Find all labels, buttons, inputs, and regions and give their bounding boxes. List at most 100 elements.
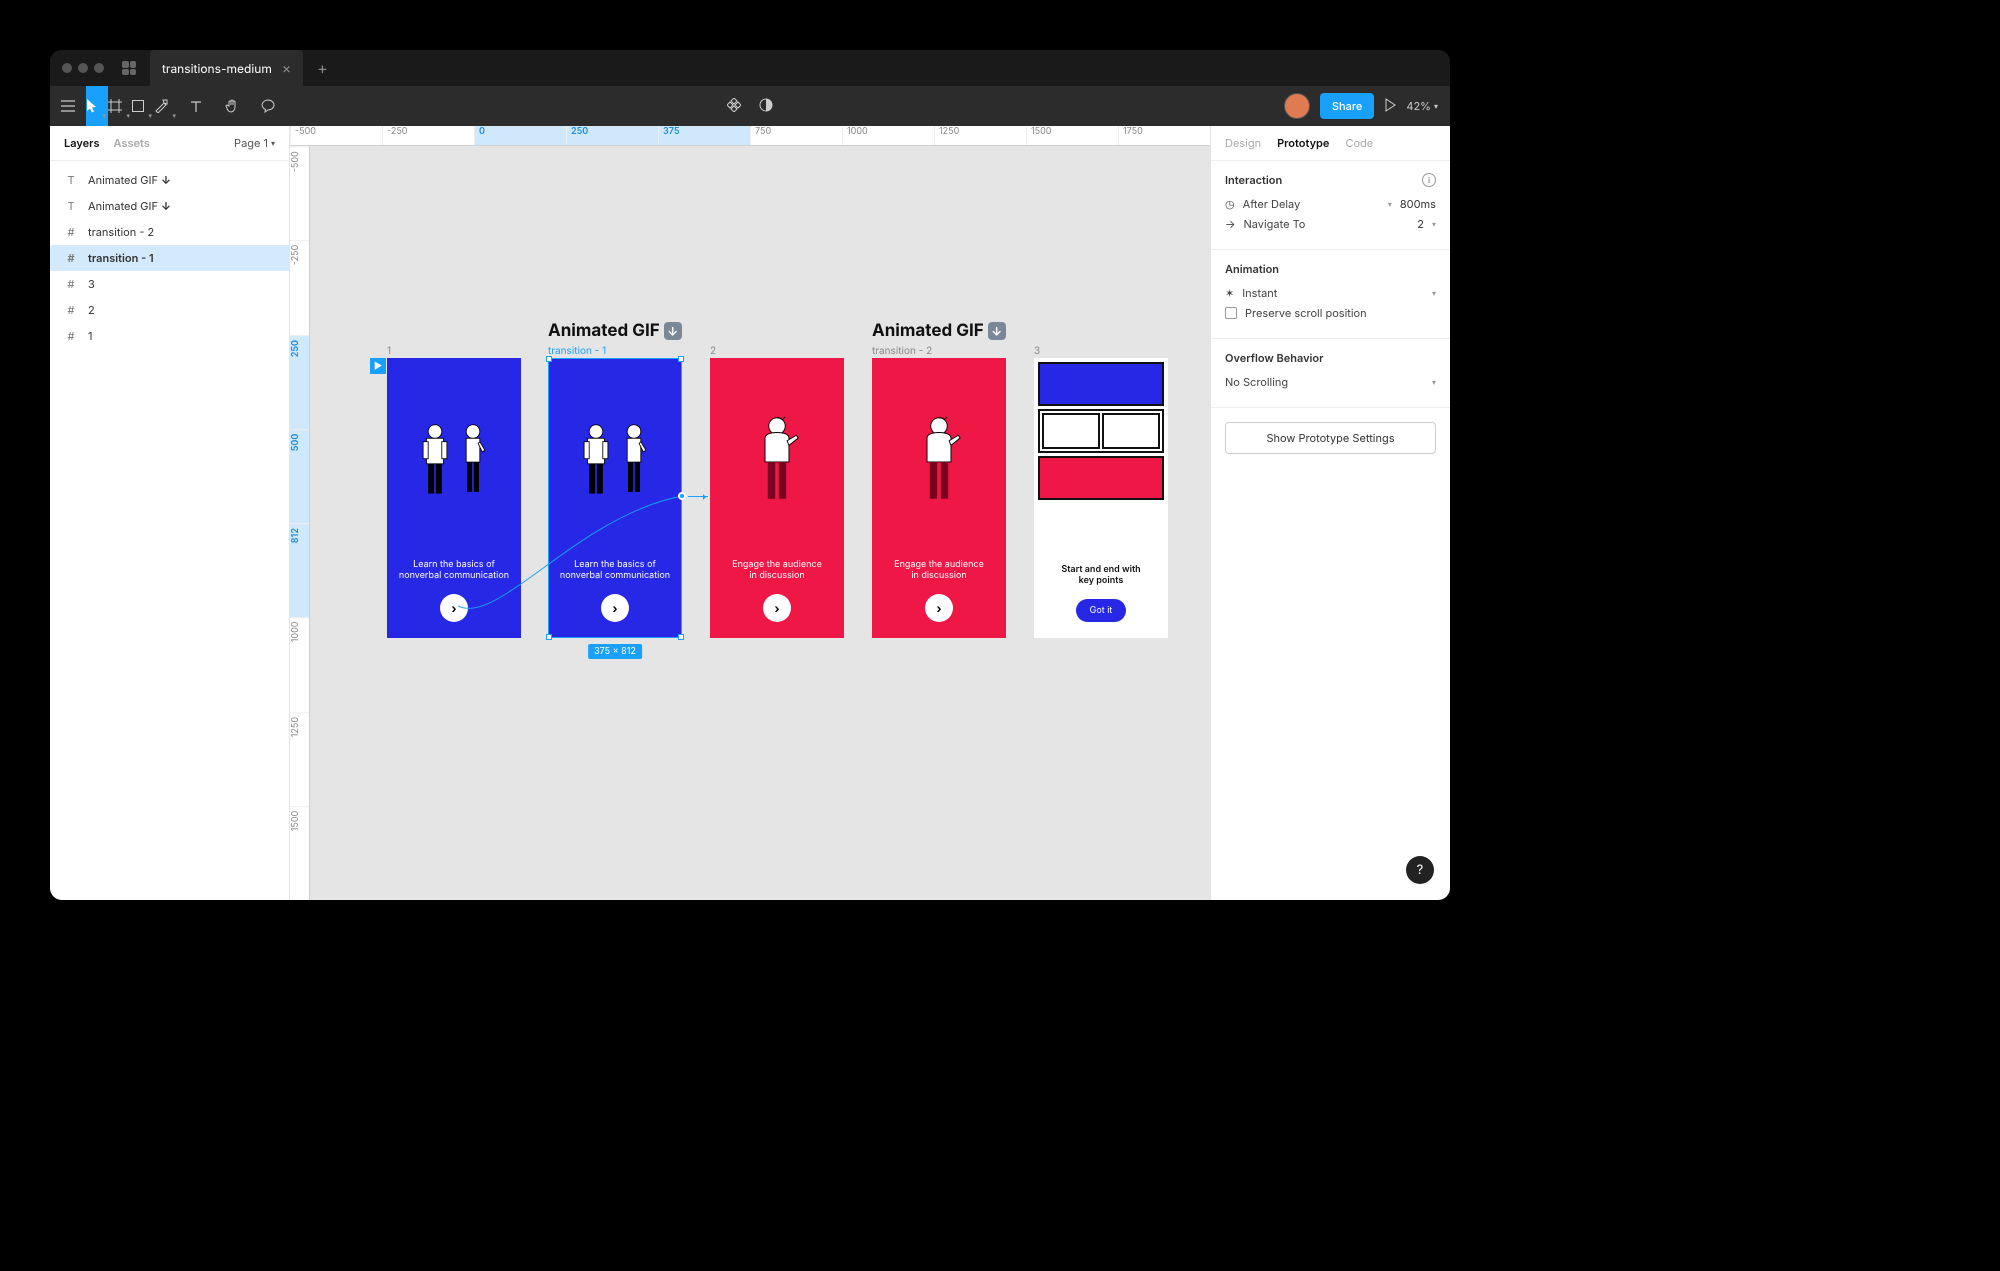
ruler-vertical: -500-250250500812100012501500 [290,146,310,900]
layer-item[interactable]: # transition - 1 [50,245,289,271]
layer-label: transition - 2 [88,225,154,239]
zoom-select[interactable]: 42% ▾ [1406,99,1438,113]
layer-type-icon: # [64,251,78,265]
window-controls[interactable] [62,63,104,73]
frame-label[interactable]: 1 [387,345,391,357]
chevron-down-icon: ▾ [172,111,176,120]
tab-prototype[interactable]: Prototype [1277,136,1329,150]
layer-item[interactable]: #2 [50,297,289,323]
avatar[interactable] [1284,93,1310,119]
info-icon[interactable]: i [1422,173,1436,187]
chevron-down-icon: ▾ [271,138,275,148]
file-tab[interactable]: transitions-medium × [150,50,303,86]
present-button[interactable] [1384,98,1396,115]
layer-item[interactable]: T Animated GIF ↓ [50,193,289,219]
show-prototype-settings-button[interactable]: Show Prototype Settings [1225,422,1436,454]
layer-type-icon: T [64,199,78,213]
layer-label: Animated GIF ↓ [88,199,171,213]
illustration [910,358,968,559]
frame-label[interactable]: transition - 1 [548,345,606,357]
chevron-down-icon: ▾ [1432,288,1436,298]
text-tool[interactable] [178,86,214,126]
frame-2[interactable]: Engage the audiencein discussion › [710,358,844,638]
trigger-select[interactable]: ◷ After Delay ▾ 800ms [1225,197,1436,211]
canvas[interactable]: -500-25002503757501000125015001750 -500-… [290,126,1210,900]
left-panel: Layers Assets Page 1 ▾ TAnimated GIF ↓TA… [50,126,290,900]
move-tool[interactable]: ▾ [86,86,108,126]
chevron-down-icon: ▾ [148,111,152,120]
page-select[interactable]: Page 1 ▾ [234,136,275,150]
layer-type-icon: # [64,303,78,317]
frame-transition-2[interactable]: Engage the audiencein discussion › [872,358,1006,638]
next-button[interactable]: › [440,594,468,622]
shape-tool[interactable]: ▾ [132,86,154,126]
mask-icon[interactable] [759,98,773,115]
comment-tool[interactable] [250,86,286,126]
layer-type-icon: # [64,225,78,239]
layer-label: 2 [88,303,95,317]
chevron-down-icon: ▾ [1432,377,1436,387]
section-title: Animation [1225,262,1436,276]
selection-box: 375 × 812 [548,358,682,638]
layer-label: transition - 1 [88,251,154,265]
layers-tab[interactable]: Layers [64,136,100,150]
file-tab-title: transitions-medium [162,61,272,76]
tab-code[interactable]: Code [1345,136,1373,150]
chevron-down-icon: ▾ [126,111,130,120]
canvas-text: Animated GIF↓ [548,321,682,341]
instant-icon: ✶ [1225,286,1234,300]
figma-logo-icon[interactable] [122,61,136,75]
overflow-select[interactable]: No Scrolling ▾ [1225,375,1436,389]
layer-label: 3 [88,277,95,291]
close-icon[interactable]: × [282,60,291,77]
layer-label: 1 [88,329,92,343]
menu-button[interactable] [50,86,86,126]
frame-label[interactable]: 2 [710,345,716,357]
frame-label[interactable]: transition - 2 [872,345,932,357]
clock-icon: ◷ [1225,197,1235,211]
tab-design[interactable]: Design [1225,136,1261,150]
layer-type-icon: # [64,329,78,343]
layer-item[interactable]: #3 [50,271,289,297]
next-button[interactable]: › [925,594,953,622]
hand-tool[interactable] [214,86,250,126]
chevron-down-icon: ▾ [102,111,106,120]
prototype-arrow [688,496,708,497]
frame-tool[interactable]: ▾ [108,86,132,126]
animation-select[interactable]: ✶ Instant ▾ [1225,286,1436,300]
assets-tab[interactable]: Assets [114,136,150,150]
pen-tool[interactable]: ▾ [154,86,178,126]
layer-label: Animated GIF ↓ [88,173,171,187]
tab-bar: transitions-medium × + [50,50,1450,86]
canvas-text: Animated GIF↓ [872,321,1006,341]
layer-list: TAnimated GIF ↓TAnimated GIF ↓#transitio… [50,161,289,349]
section-title: Overflow Behavior [1225,351,1436,365]
arrow-icon: → [1225,217,1236,231]
layer-item[interactable]: #1 [50,323,289,349]
download-icon: ↓ [664,322,682,340]
frame-1[interactable]: Learn the basics ofnonverbal communicati… [387,358,521,638]
got-it-button[interactable]: Got it [1076,599,1127,622]
preserve-scroll-check[interactable]: Preserve scroll position [1225,306,1436,320]
help-button[interactable]: ? [1406,856,1434,884]
ruler-horizontal: -500-25002503757501000125015001750 [290,126,1210,146]
share-button[interactable]: Share [1320,93,1374,119]
frame-label[interactable]: 3 [1034,345,1040,357]
layer-item[interactable]: TAnimated GIF ↓ [50,167,289,193]
chevron-down-icon: ▾ [1434,101,1438,111]
next-button[interactable]: › [763,594,791,622]
illustration [1034,358,1168,504]
prototype-handle[interactable] [678,492,686,500]
frame-3[interactable]: Start and end withkey points Got it [1034,358,1168,638]
layer-type-icon: # [64,277,78,291]
toolbar: ▾ ▾ ▾ ▾ [50,86,1450,126]
illustration [748,358,806,559]
action-select[interactable]: → Navigate To 2 ▾ [1225,217,1436,231]
illustration [412,358,496,559]
right-panel: Design Prototype Code Interaction i ◷ Af… [1210,126,1450,900]
layer-item[interactable]: # transition - 2 [50,219,289,245]
components-icon[interactable] [727,98,741,115]
prototype-start-icon[interactable]: ▶ [370,358,386,374]
section-title: Interaction [1225,173,1282,187]
add-tab-button[interactable]: + [311,58,334,78]
